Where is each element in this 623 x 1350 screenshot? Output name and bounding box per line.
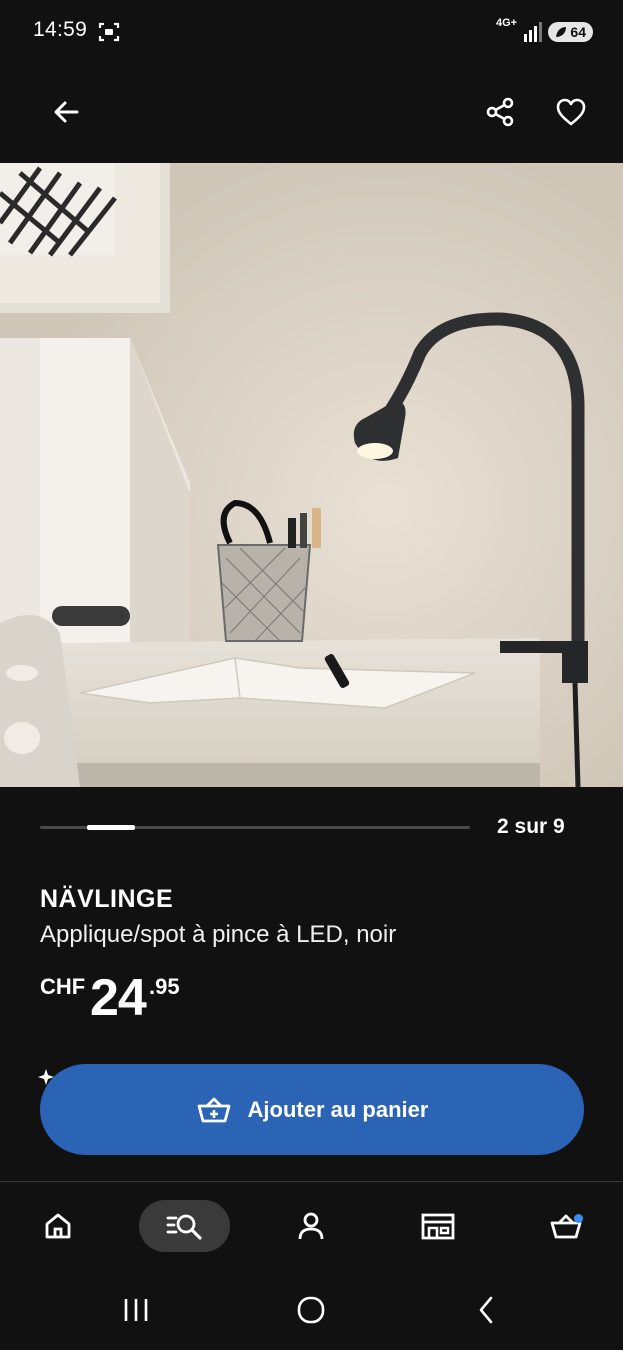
price-decimals: .95 xyxy=(149,974,180,999)
status-time: 14:59 xyxy=(33,18,88,41)
network-type: 4G+ xyxy=(496,17,518,29)
nav-search[interactable] xyxy=(139,1200,230,1252)
person-icon xyxy=(298,1212,324,1240)
nav-cart[interactable] xyxy=(538,1200,594,1252)
nav-home[interactable] xyxy=(30,1200,86,1252)
basket-plus-icon xyxy=(197,1097,230,1122)
nav-divider xyxy=(0,1181,623,1182)
product-description: Applique/spot à pince à LED, noir xyxy=(40,921,397,948)
back-button[interactable] xyxy=(46,92,86,132)
system-back-button[interactable] xyxy=(462,1288,510,1332)
nav-profile[interactable] xyxy=(283,1200,339,1252)
battery-level: 64 xyxy=(570,24,586,40)
product-name: NÄVLINGE xyxy=(40,885,174,913)
system-home-button[interactable] xyxy=(287,1288,335,1332)
nav-stores[interactable] xyxy=(410,1200,466,1252)
price-whole: 24 xyxy=(90,969,147,1027)
add-to-cart-button[interactable]: Ajouter au panier xyxy=(40,1064,584,1155)
screenshot-icon xyxy=(98,22,120,42)
signal-icon xyxy=(524,22,542,42)
search-list-icon xyxy=(166,1214,202,1240)
add-to-cart-label: Ajouter au panier xyxy=(247,1096,429,1122)
product-image[interactable] xyxy=(0,163,623,787)
product-photo xyxy=(0,163,623,787)
heart-icon xyxy=(556,98,586,126)
cart-badge xyxy=(574,1214,583,1223)
store-icon xyxy=(421,1213,455,1240)
carousel-progress-thumb xyxy=(87,825,135,830)
carousel-counter: 2 sur 9 xyxy=(497,815,565,838)
battery-saver-icon xyxy=(556,27,566,37)
share-button[interactable] xyxy=(480,92,520,132)
battery-indicator: 64 xyxy=(548,22,593,42)
home-circle-icon xyxy=(297,1296,325,1324)
back-arrow-icon xyxy=(54,101,79,123)
status-bar: 14:59 4G+ 64 xyxy=(0,0,623,64)
wishlist-button[interactable] xyxy=(551,92,591,132)
chevron-left-icon xyxy=(479,1296,493,1324)
price-currency: CHF xyxy=(40,974,86,999)
recents-icon xyxy=(124,1299,148,1321)
system-recents-button[interactable] xyxy=(112,1288,160,1332)
home-icon xyxy=(45,1213,71,1239)
share-icon xyxy=(486,97,514,127)
